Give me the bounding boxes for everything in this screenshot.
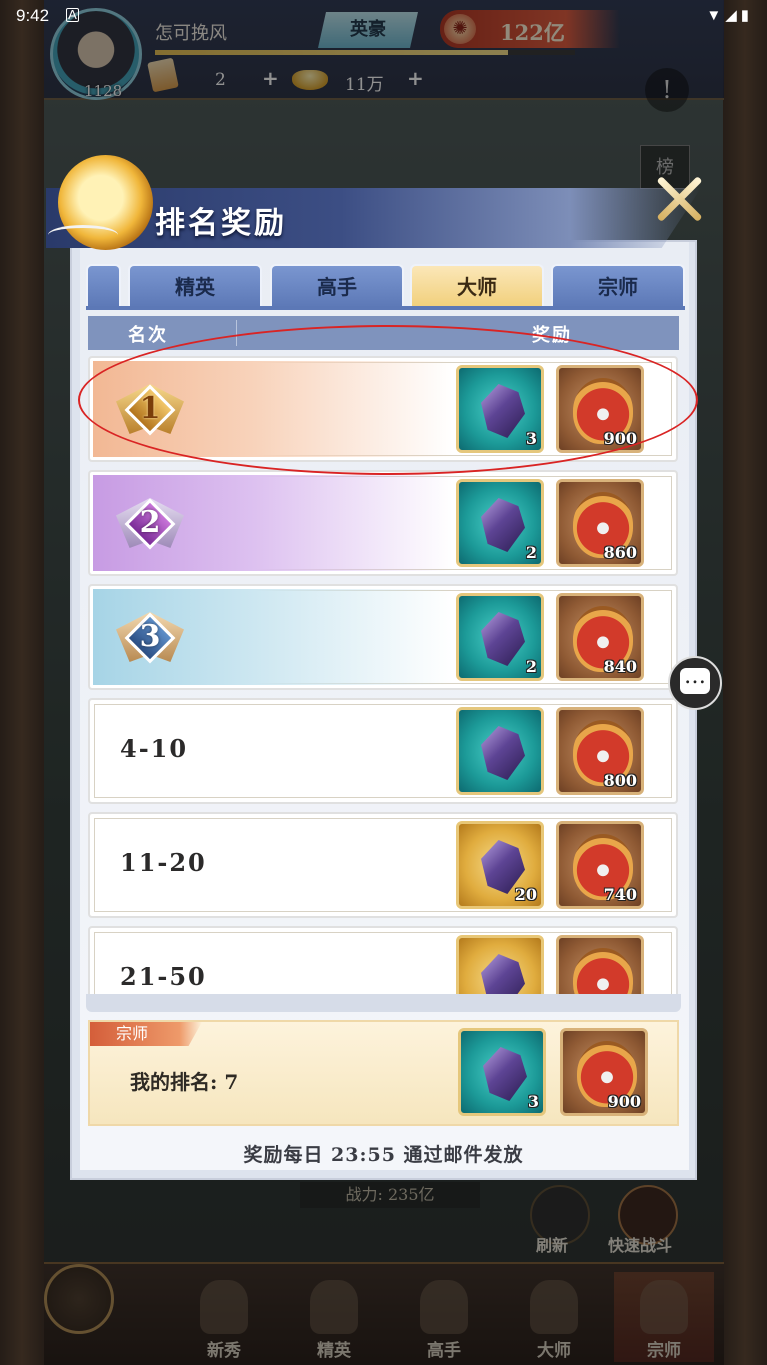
status-time: 9:42 <box>16 6 50 25</box>
wifi-battery-icon: ▼◢▮ <box>706 7 753 24</box>
reward-row-21-50: 21-50 <box>88 926 678 994</box>
status-bar: 9:42 A ▼◢▮ <box>0 0 767 32</box>
my-rank-label: 我的排名: 7 <box>130 1070 239 1094</box>
item-qty: 3 <box>527 1092 539 1111</box>
tab-underline <box>86 306 685 310</box>
token-icon[interactable]: 860 <box>556 479 644 567</box>
tab-master[interactable]: 大师 <box>410 264 544 308</box>
reward-row-11-20: 11-20 20 740 <box>88 812 678 918</box>
panel-title: 排名奖励 <box>155 206 287 241</box>
item-qty: 740 <box>603 885 637 904</box>
reward-row-3: 3 2 840 <box>88 584 678 690</box>
item-qty: 2 <box>525 657 537 676</box>
gem-shape <box>481 612 525 666</box>
rank-3-medal-icon: 3 <box>116 606 184 668</box>
crystal-teal-icon[interactable]: 2 <box>456 593 544 681</box>
item-qty: 2 <box>525 543 537 562</box>
gem-shape <box>481 498 525 552</box>
notification-icon: A <box>66 8 79 22</box>
tab-elite[interactable]: 精英 <box>128 264 262 308</box>
highlight-annotation <box>78 325 698 475</box>
my-rank-card: 宗师 我的排名: 7 3 900 <box>88 1020 679 1126</box>
rank-range: 11-20 <box>120 848 207 877</box>
rank-2-medal-icon: 2 <box>116 492 184 554</box>
crystal-teal-icon[interactable]: 3 <box>458 1028 546 1116</box>
list-bottom-edge <box>86 994 681 1012</box>
token-icon[interactable]: 740 <box>556 821 644 909</box>
reward-row-4-10: 4-10 800 <box>88 698 678 804</box>
crystal-gold-icon[interactable] <box>456 935 544 994</box>
medal-number: 3 <box>139 619 161 654</box>
token-icon[interactable]: 840 <box>556 593 644 681</box>
column-rank: 名次 <box>128 325 168 346</box>
token-icon[interactable] <box>556 935 644 994</box>
medal-number: 2 <box>139 505 161 540</box>
gem-shape <box>483 1047 527 1101</box>
mail-delivery-note: 奖励每日 23:55 通过邮件发放 <box>243 1144 524 1166</box>
item-qty: 20 <box>514 885 537 904</box>
reward-row-2: 2 2 860 <box>88 470 678 576</box>
token-icon[interactable]: 800 <box>556 707 644 795</box>
tab-expert[interactable]: 高手 <box>270 264 404 308</box>
cloud-ornament-icon <box>48 225 118 245</box>
close-icon[interactable] <box>650 170 708 228</box>
tab-grandmaster[interactable]: 宗师 <box>551 264 685 308</box>
item-qty: 800 <box>603 771 637 790</box>
crystal-teal-icon[interactable] <box>456 707 544 795</box>
rank-range: 21-50 <box>120 962 207 991</box>
token-shape <box>573 948 633 994</box>
gem-shape <box>481 726 525 780</box>
item-qty: 900 <box>607 1092 641 1111</box>
gem-shape <box>481 954 525 994</box>
item-qty: 860 <box>603 543 637 562</box>
chat-icon[interactable] <box>668 656 722 710</box>
item-qty: 840 <box>603 657 637 676</box>
crystal-teal-icon[interactable]: 2 <box>456 479 544 567</box>
my-tier-tag: 宗师 <box>90 1022 202 1046</box>
crystal-gold-icon[interactable]: 20 <box>456 821 544 909</box>
token-icon[interactable]: 900 <box>560 1028 648 1116</box>
rank-range: 4-10 <box>120 734 189 763</box>
tab-rookie[interactable] <box>86 264 121 308</box>
